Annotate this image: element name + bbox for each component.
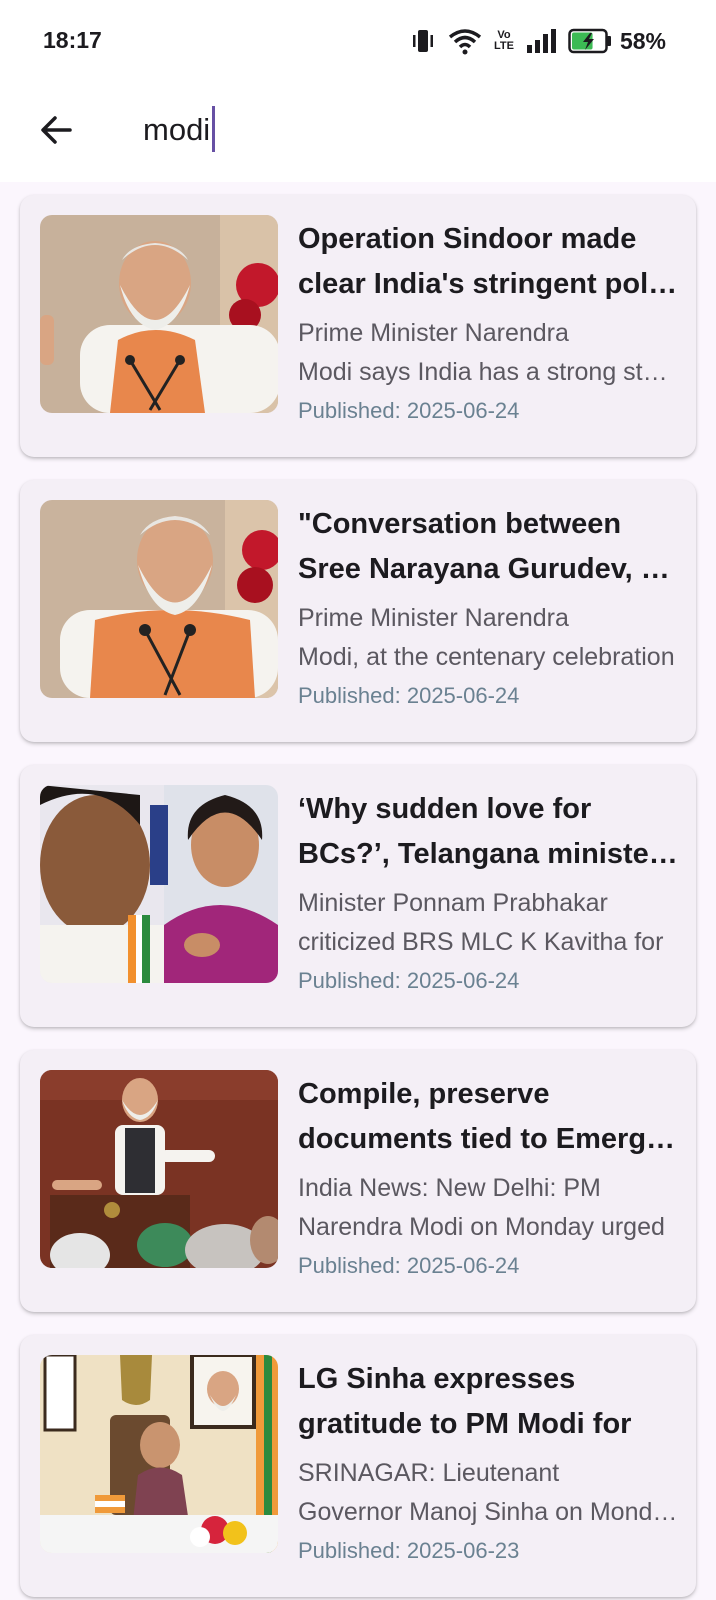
news-thumbnail bbox=[40, 785, 278, 983]
battery-percent: 58% bbox=[619, 27, 666, 54]
battery-charging-icon bbox=[568, 28, 612, 54]
news-description: India News: New Delhi: PM Narendra Modi … bbox=[298, 1174, 665, 1241]
news-description: Prime Minister Narendra Modi, at the cen… bbox=[298, 604, 675, 671]
news-date: Published: 2025-06-23 bbox=[298, 1538, 520, 1563]
news-description: Minister Ponnam Prabhakar criticized BRS… bbox=[298, 889, 664, 956]
lg-sinha-desk-photo bbox=[40, 1355, 278, 1553]
vibrate-icon bbox=[410, 27, 436, 55]
pm-modi-podium-photo bbox=[40, 1070, 278, 1268]
news-title: Compile, preserve documents tied to Emer… bbox=[298, 1078, 678, 1155]
news-description: SRINAGAR: Lieutenant Governor Manoj Sinh… bbox=[298, 1459, 678, 1526]
news-title: LG Sinha expresses gratitude to PM Modi … bbox=[298, 1363, 632, 1440]
news-title: "Conversation between Sree Narayana Guru… bbox=[298, 508, 678, 585]
news-thumbnail bbox=[40, 500, 278, 698]
status-icons: Vo LTE 58% bbox=[410, 24, 666, 58]
results-list: Operation Sindoor made clear India's str… bbox=[20, 195, 696, 1600]
two-politicians-photo bbox=[40, 785, 278, 983]
status-bar: 18:17 Vo LTE 58% bbox=[0, 0, 716, 82]
news-thumbnail bbox=[40, 1070, 278, 1268]
status-time: 18:17 bbox=[43, 27, 102, 53]
pm-modi-speaking-photo bbox=[40, 215, 278, 413]
news-date: Published: 2025-06-24 bbox=[298, 1253, 520, 1278]
news-date: Published: 2025-06-24 bbox=[298, 968, 520, 993]
search-input[interactable] bbox=[143, 104, 663, 156]
wifi-icon bbox=[448, 27, 482, 55]
news-card[interactable]: Operation Sindoor made clear India's str… bbox=[20, 195, 696, 457]
signal-icon bbox=[526, 28, 556, 54]
news-card[interactable]: "Conversation between Sree Narayana Guru… bbox=[20, 480, 696, 742]
volte-icon: Vo LTE bbox=[493, 29, 514, 52]
pm-modi-speaking-photo bbox=[40, 500, 278, 698]
news-date: Published: 2025-06-24 bbox=[298, 683, 520, 708]
news-date: Published: 2025-06-24 bbox=[298, 398, 520, 423]
news-thumbnail bbox=[40, 215, 278, 413]
news-card[interactable]: Compile, preserve documents tied to Emer… bbox=[20, 1050, 696, 1312]
text-caret bbox=[212, 106, 216, 152]
arrow-left-icon bbox=[41, 116, 72, 144]
news-title: ‘Why sudden love for BCs?’, Telangana mi… bbox=[298, 793, 678, 870]
news-card[interactable]: LG Sinha expresses gratitude to PM Modi … bbox=[20, 1335, 696, 1597]
back-button[interactable] bbox=[30, 104, 82, 156]
news-thumbnail bbox=[40, 1355, 278, 1553]
news-description: Prime Minister Narendra Modi says India … bbox=[298, 319, 678, 386]
news-card[interactable]: ‘Why sudden love for BCs?’, Telangana mi… bbox=[20, 765, 696, 1027]
search-bar bbox=[0, 82, 716, 182]
news-title: Operation Sindoor made clear India's str… bbox=[298, 223, 678, 300]
